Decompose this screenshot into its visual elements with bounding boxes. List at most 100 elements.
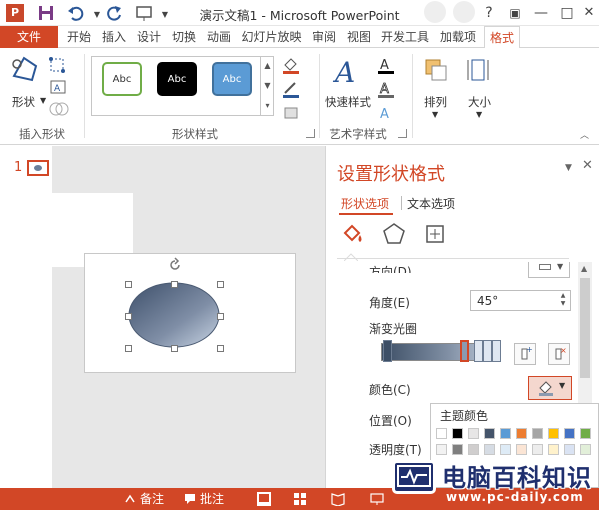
color-swatch[interactable] [516, 428, 527, 439]
tab-slideshow[interactable]: 幻灯片放映 [239, 26, 304, 48]
shape-style-preset[interactable]: Abc [102, 62, 142, 96]
angle-spinner[interactable]: 45° ▲ ▼ [470, 290, 571, 311]
color-swatch[interactable] [548, 428, 559, 439]
tab-review[interactable]: 审阅 [309, 26, 339, 48]
text-outline-icon[interactable]: A [376, 80, 396, 98]
tab-animations[interactable]: 动画 [204, 26, 234, 48]
art-styles-launcher-icon[interactable] [398, 129, 407, 138]
arrange-label[interactable]: 排列 [424, 94, 447, 110]
gallery-up-icon[interactable]: ▲ [261, 56, 274, 76]
effects-icon[interactable] [381, 221, 407, 247]
svg-text:×: × [560, 346, 567, 355]
remove-gradient-stop-button[interactable]: × [548, 343, 570, 365]
pane-close-icon[interactable]: ✕ [582, 158, 593, 173]
collapse-ribbon-icon[interactable]: ︿ [580, 128, 589, 141]
size-properties-icon[interactable] [422, 221, 448, 247]
tab-design[interactable]: 设计 [134, 26, 164, 48]
tab-transitions[interactable]: 切换 [169, 26, 199, 48]
add-gradient-stop-button[interactable]: + [514, 343, 536, 365]
color-swatch[interactable] [580, 428, 591, 439]
size-icon[interactable] [464, 56, 492, 84]
shape-outline-icon[interactable] [281, 80, 301, 98]
tab-text-options[interactable]: 文本选项 [407, 195, 455, 212]
help-button[interactable]: ? [478, 2, 500, 24]
quick-styles-label[interactable]: 快速样式 [325, 94, 371, 110]
scroll-thumb[interactable] [580, 278, 590, 378]
gallery-down-icon[interactable]: ▼ [261, 76, 274, 96]
minimize-button[interactable]: — [530, 2, 552, 24]
color-swatch[interactable] [436, 428, 447, 439]
comments-button[interactable]: 批注 [200, 491, 224, 507]
merge-shapes-icon[interactable] [48, 100, 72, 118]
tab-insert[interactable]: 插入 [99, 26, 129, 48]
normal-view-icon[interactable] [257, 492, 271, 506]
maximize-button[interactable]: □ [556, 2, 578, 24]
svg-text:A: A [380, 58, 389, 73]
tab-format[interactable]: 格式 [484, 26, 520, 49]
resize-handle[interactable] [125, 281, 132, 288]
resize-handle[interactable] [217, 281, 224, 288]
color-swatch[interactable] [500, 428, 511, 439]
comments-icon[interactable] [184, 493, 196, 505]
scroll-up-icon[interactable]: ▲ [581, 264, 587, 273]
close-button[interactable]: ✕ [578, 2, 599, 24]
text-fill-icon[interactable]: A [376, 56, 396, 74]
angle-value[interactable]: 45° [477, 294, 498, 308]
tab-shape-options[interactable]: 形状选项 [341, 195, 389, 212]
tab-developer[interactable]: 开发工具 [378, 26, 432, 48]
slide-sorter-icon[interactable] [293, 492, 307, 506]
notes-button[interactable]: 备注 [140, 491, 164, 507]
gradient-stop[interactable] [474, 340, 483, 362]
color-swatch[interactable] [452, 428, 463, 439]
quick-styles-icon[interactable]: A [331, 54, 367, 88]
gradient-stop[interactable] [483, 340, 492, 362]
gradient-stop[interactable] [383, 340, 392, 362]
shape-styles-group-label: 形状样式 [172, 127, 218, 141]
shape-style-preset[interactable]: Abc [157, 62, 197, 96]
resize-handle[interactable] [171, 281, 178, 288]
color-picker-button[interactable]: ▼ [528, 376, 572, 400]
resize-handle[interactable] [217, 313, 224, 320]
size-label[interactable]: 大小 [468, 94, 491, 110]
color-swatch[interactable] [532, 428, 543, 439]
gradient-stop-selected[interactable] [460, 340, 469, 362]
notes-icon[interactable] [124, 493, 136, 505]
reading-view-icon[interactable] [331, 492, 345, 506]
spinner-arrows-icon[interactable]: ▲ ▼ [558, 292, 568, 309]
tab-addins[interactable]: 加载项 [436, 26, 480, 48]
arrange-icon[interactable] [422, 56, 450, 84]
text-box-icon[interactable]: A [48, 78, 72, 96]
pane-options-icon[interactable]: ▼ [565, 163, 572, 173]
fill-line-icon[interactable] [340, 221, 366, 247]
color-swatch[interactable] [484, 428, 495, 439]
slideshow-view-icon[interactable] [370, 492, 384, 506]
resize-handle[interactable] [125, 313, 132, 320]
arrange-dropdown-icon[interactable]: ▼ [432, 110, 438, 119]
insert-shape-group-label: 插入形状 [19, 127, 65, 141]
shapes-icon[interactable] [8, 54, 40, 84]
shapes-dropdown-icon[interactable]: ▼ [40, 96, 46, 105]
resize-handle[interactable] [171, 345, 178, 352]
resize-handle[interactable] [125, 345, 132, 352]
slide-thumbnail[interactable] [27, 160, 49, 176]
tab-file[interactable]: 文件 [0, 26, 58, 48]
color-swatch[interactable] [468, 428, 479, 439]
rotate-handle-icon[interactable] [166, 256, 184, 274]
shape-style-preset[interactable]: Abc [212, 62, 252, 96]
gradient-stop[interactable] [492, 340, 501, 362]
shape-fill-icon[interactable] [281, 56, 301, 74]
size-dropdown-icon[interactable]: ▼ [476, 110, 482, 119]
tab-view[interactable]: 视图 [344, 26, 374, 48]
color-swatch[interactable] [564, 428, 575, 439]
gallery-more-icon[interactable]: ▾ [261, 96, 274, 116]
resize-handle[interactable] [217, 345, 224, 352]
tab-home[interactable]: 开始 [64, 26, 94, 48]
shape-effects-icon[interactable] [281, 104, 301, 122]
edit-shape-icon[interactable] [48, 56, 72, 74]
direction-dropdown[interactable]: ▼ [528, 262, 570, 278]
ribbon-display-button[interactable]: ▣ [504, 2, 526, 24]
text-effects-icon[interactable]: A [376, 104, 396, 122]
selected-ellipse-shape[interactable] [126, 280, 222, 350]
shapes-label[interactable]: 形状 [12, 94, 35, 110]
shape-styles-launcher-icon[interactable] [306, 129, 315, 138]
